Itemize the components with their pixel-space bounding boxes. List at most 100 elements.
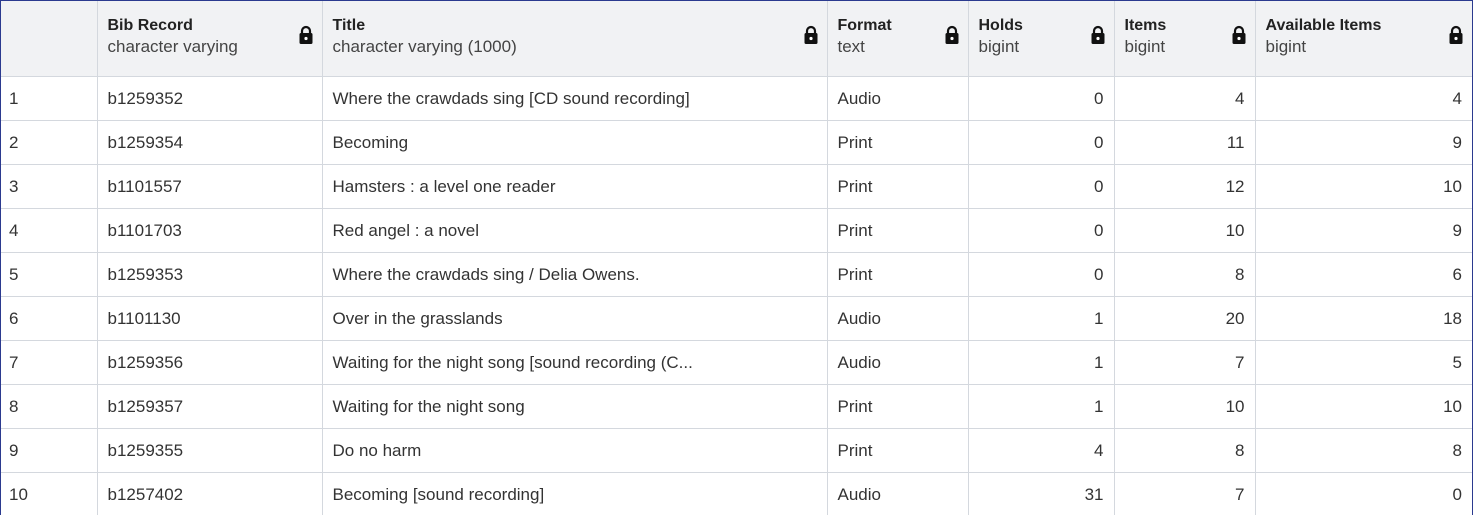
cell-available-items[interactable]: 10 [1254, 164, 1472, 209]
cell-bib-record[interactable]: b1259352 [96, 76, 323, 121]
cell-holds[interactable]: 1 [967, 384, 1115, 429]
row-number-cell[interactable]: 9 [1, 428, 98, 473]
cell-format[interactable]: Audio [826, 472, 969, 515]
table-row[interactable]: 6 b1101130 Over in the grasslands Audio 1 20 1… [1, 296, 1472, 341]
cell-holds[interactable]: 1 [967, 340, 1115, 385]
cell-items[interactable]: 12 [1113, 164, 1256, 209]
table-row[interactable]: 5 b1259353 Where the crawdads sing / Delia… [1, 252, 1472, 297]
cell-holds[interactable]: 0 [967, 208, 1115, 253]
lock-icon [1231, 25, 1247, 45]
cell-title[interactable]: Red angel : a novel [321, 208, 828, 253]
cell-bib-record[interactable]: b1259353 [96, 252, 323, 297]
row-number-cell[interactable]: 7 [1, 340, 98, 385]
row-number-cell[interactable]: 10 [1, 472, 98, 515]
cell-holds[interactable]: 0 [967, 76, 1115, 121]
column-name: Title [332, 16, 366, 34]
row-number-cell[interactable]: 1 [1, 76, 98, 121]
cell-title[interactable]: Do no harm [321, 428, 828, 473]
cell-title[interactable]: Where the crawdads sing [CD sound record… [321, 76, 828, 121]
cell-format[interactable]: Print [826, 428, 969, 473]
cell-title[interactable]: Becoming [321, 120, 828, 165]
column-name: Bib Record [107, 16, 193, 34]
cell-holds[interactable]: 0 [967, 164, 1115, 209]
cell-available-items[interactable]: 9 [1254, 120, 1472, 165]
row-number-cell[interactable]: 6 [1, 296, 98, 341]
column-type: bigint [1124, 36, 1166, 56]
row-number-cell[interactable]: 2 [1, 120, 98, 165]
cell-format[interactable]: Audio [826, 76, 969, 121]
table-row[interactable]: 8 b1259357 Waiting for the night song Print… [1, 384, 1472, 429]
cell-available-items[interactable]: 8 [1254, 428, 1472, 473]
cell-bib-record[interactable]: b1259356 [96, 340, 323, 385]
table-row[interactable]: 4 b1101703 Red angel : a novel Print 0 10 9 [1, 208, 1472, 253]
table-row[interactable]: 1 b1259352 Where the crawdads sing [CD sou… [1, 76, 1472, 121]
column-header-bib-record[interactable]: Bib Record character varying [96, 1, 323, 77]
cell-format[interactable]: Print [826, 164, 969, 209]
cell-available-items[interactable]: 9 [1254, 208, 1472, 253]
cell-format[interactable]: Print [826, 208, 969, 253]
table-row[interactable]: 10 b1257402 Becoming [sound recording] Audi… [1, 472, 1472, 515]
cell-holds[interactable]: 4 [967, 428, 1115, 473]
cell-available-items[interactable]: 18 [1254, 296, 1472, 341]
column-type: bigint [978, 36, 1020, 56]
cell-items[interactable]: 8 [1113, 252, 1256, 297]
cell-items[interactable]: 11 [1113, 120, 1256, 165]
cell-available-items[interactable]: 0 [1254, 472, 1472, 515]
cell-format[interactable]: Audio [826, 296, 969, 341]
cell-title[interactable]: Hamsters : a level one reader [321, 164, 828, 209]
cell-items[interactable]: 20 [1113, 296, 1256, 341]
column-name: Items [1124, 16, 1167, 34]
cell-bib-record[interactable]: b1101130 [96, 296, 323, 341]
cell-holds[interactable]: 0 [967, 120, 1115, 165]
row-number-cell[interactable]: 8 [1, 384, 98, 429]
cell-bib-record[interactable]: b1259355 [96, 428, 323, 473]
cell-holds[interactable]: 0 [967, 252, 1115, 297]
cell-items[interactable]: 8 [1113, 428, 1256, 473]
column-header-format[interactable]: Format text [826, 1, 969, 77]
lock-icon [298, 25, 314, 45]
column-type: bigint [1265, 36, 1307, 56]
cell-bib-record[interactable]: b1259354 [96, 120, 323, 165]
cell-items[interactable]: 7 [1113, 472, 1256, 515]
table-row[interactable]: 7 b1259356 Waiting for the night song [sou… [1, 340, 1472, 385]
column-header-row-number[interactable] [1, 1, 98, 77]
cell-format[interactable]: Print [826, 120, 969, 165]
cell-title[interactable]: Becoming [sound recording] [321, 472, 828, 515]
cell-format[interactable]: Print [826, 384, 969, 429]
cell-format[interactable]: Print [826, 252, 969, 297]
cell-available-items[interactable]: 4 [1254, 76, 1472, 121]
cell-title[interactable]: Where the crawdads sing / Delia Owens. [321, 252, 828, 297]
result-grid-frame: Bib Record character varying Title characte… [0, 0, 1473, 515]
cell-title[interactable]: Waiting for the night song [321, 384, 828, 429]
cell-title[interactable]: Over in the grasslands [321, 296, 828, 341]
column-name: Holds [978, 16, 1023, 34]
cell-available-items[interactable]: 5 [1254, 340, 1472, 385]
row-number-cell[interactable]: 5 [1, 252, 98, 297]
row-number-cell[interactable]: 3 [1, 164, 98, 209]
table-row[interactable]: 9 b1259355 Do no harm Print 4 8 8 [1, 428, 1472, 473]
column-header-title[interactable]: Title character varying (1000) [321, 1, 828, 77]
cell-available-items[interactable]: 6 [1254, 252, 1472, 297]
cell-items[interactable]: 7 [1113, 340, 1256, 385]
table-row[interactable]: 2 b1259354 Becoming Print 0 11 9 [1, 120, 1472, 165]
table-row[interactable]: 3 b1101557 Hamsters : a level one reader Pr… [1, 164, 1472, 209]
cell-bib-record[interactable]: b1101557 [96, 164, 323, 209]
column-header-items[interactable]: Items bigint [1113, 1, 1256, 77]
cell-items[interactable]: 4 [1113, 76, 1256, 121]
cell-title[interactable]: Waiting for the night song [sound record… [321, 340, 828, 385]
column-type: character varying [107, 36, 238, 56]
column-header-holds[interactable]: Holds bigint [967, 1, 1115, 77]
column-header-available-items[interactable]: Available Items bigint [1254, 1, 1472, 77]
cell-items[interactable]: 10 [1113, 208, 1256, 253]
cell-available-items[interactable]: 10 [1254, 384, 1472, 429]
lock-icon [1090, 25, 1106, 45]
cell-items[interactable]: 10 [1113, 384, 1256, 429]
cell-bib-record[interactable]: b1257402 [96, 472, 323, 515]
cell-format[interactable]: Audio [826, 340, 969, 385]
cell-bib-record[interactable]: b1101703 [96, 208, 323, 253]
cell-holds[interactable]: 31 [967, 472, 1115, 515]
header-row: Bib Record character varying Title characte… [1, 1, 1472, 77]
row-number-cell[interactable]: 4 [1, 208, 98, 253]
cell-holds[interactable]: 1 [967, 296, 1115, 341]
cell-bib-record[interactable]: b1259357 [96, 384, 323, 429]
